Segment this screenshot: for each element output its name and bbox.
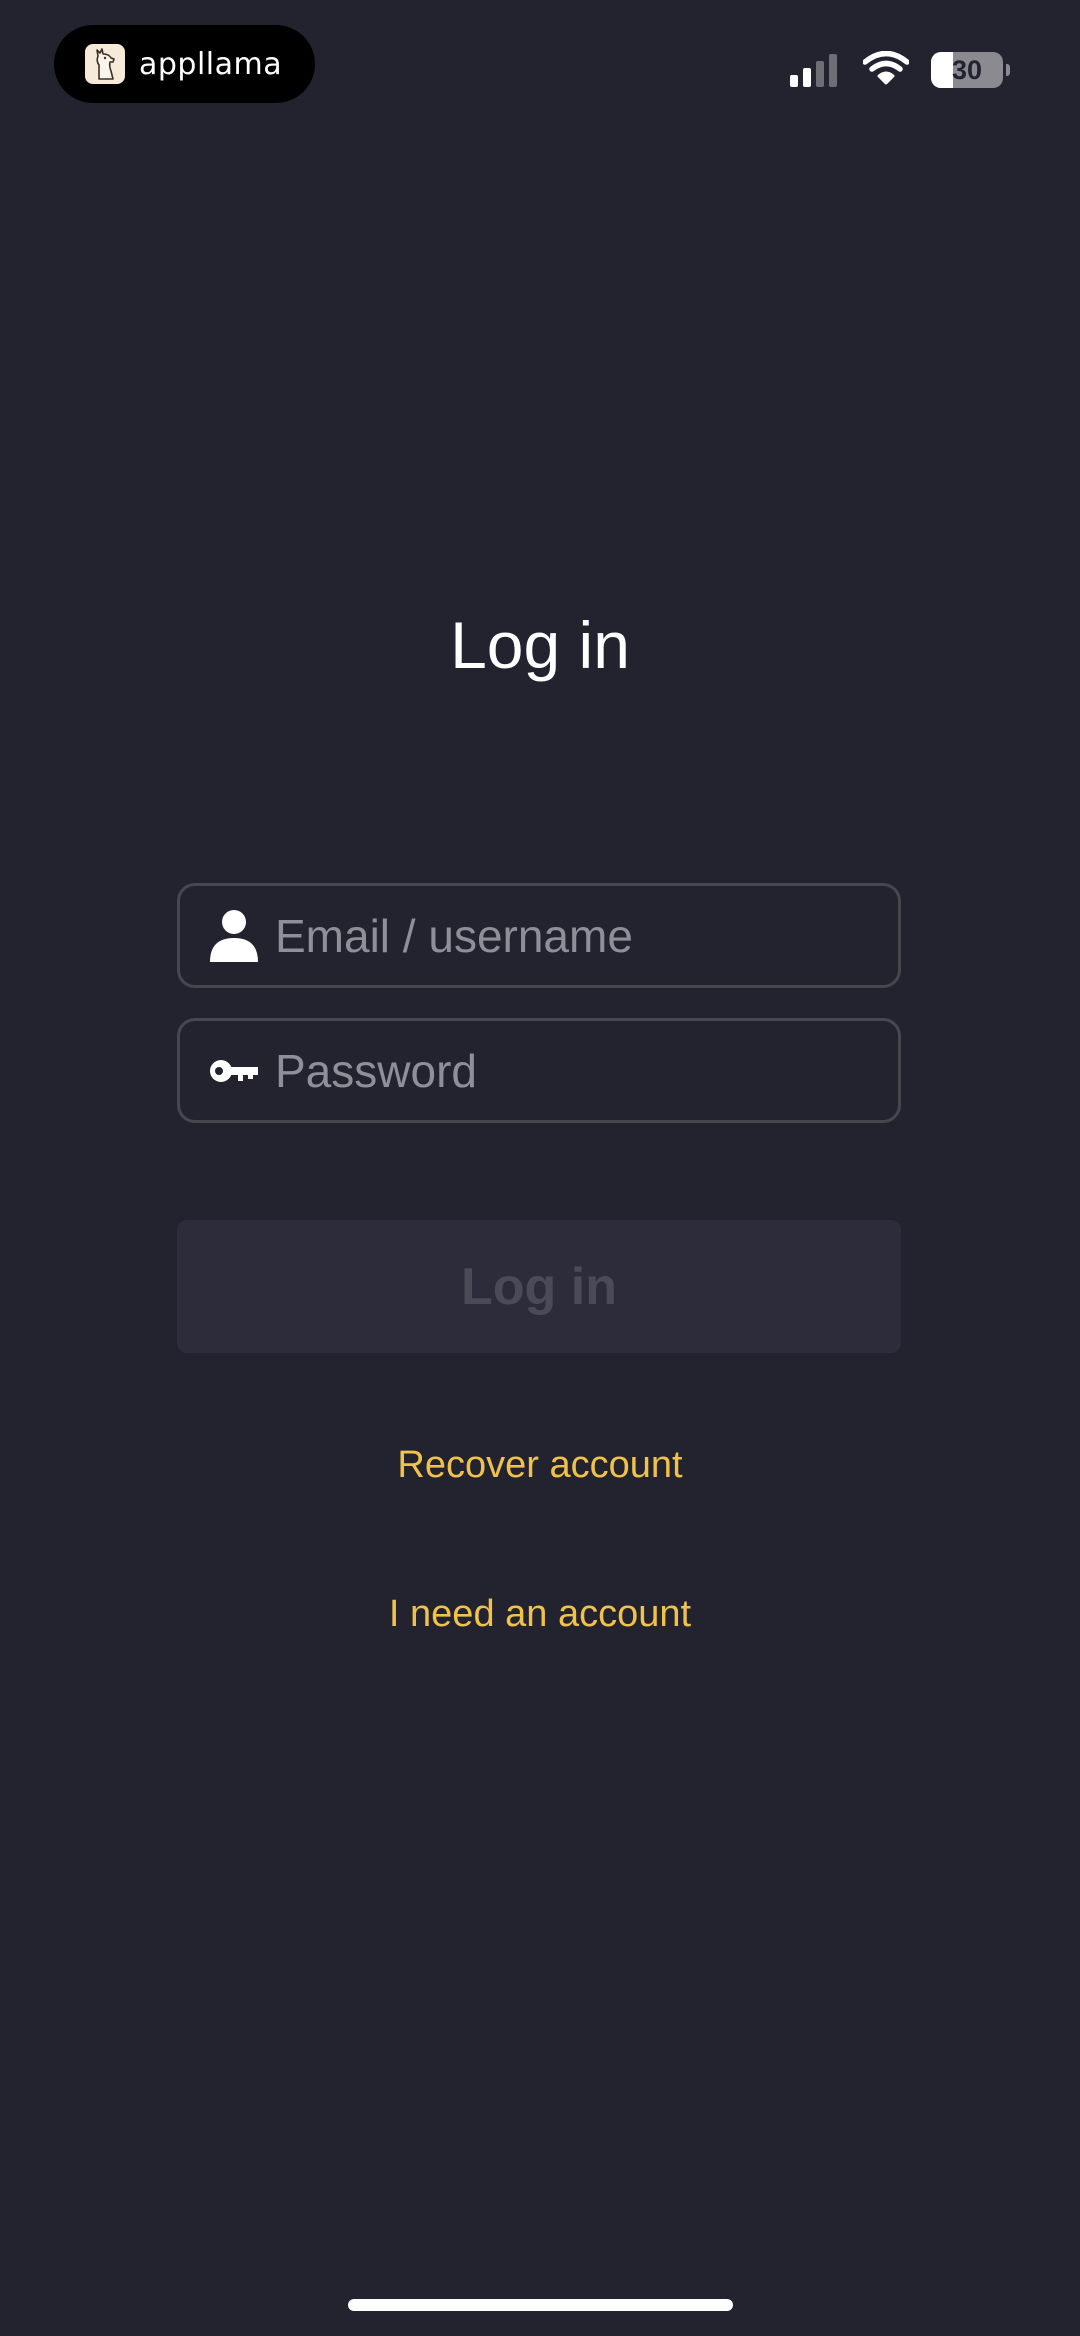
page-title: Log in [450, 608, 630, 682]
password-input[interactable] [275, 1043, 898, 1098]
battery-icon: 30 [931, 52, 1010, 88]
llama-logo-icon [85, 44, 125, 84]
wifi-icon [862, 50, 910, 90]
password-field[interactable] [177, 1018, 901, 1123]
home-indicator[interactable] [348, 2299, 733, 2311]
app-indicator-pill[interactable]: appllama [54, 25, 315, 103]
app-name: appllama [139, 46, 283, 82]
cellular-signal-icon [790, 53, 837, 87]
person-icon [199, 908, 269, 964]
email-field[interactable] [177, 883, 901, 988]
recover-account-link[interactable]: Recover account [0, 1440, 1080, 1490]
email-input[interactable] [275, 908, 898, 963]
login-button[interactable]: Log in [177, 1220, 901, 1353]
battery-level: 30 [951, 54, 983, 85]
status-indicators: 30 [790, 50, 1010, 90]
key-icon [199, 1056, 269, 1086]
create-account-link[interactable]: I need an account [0, 1589, 1080, 1639]
